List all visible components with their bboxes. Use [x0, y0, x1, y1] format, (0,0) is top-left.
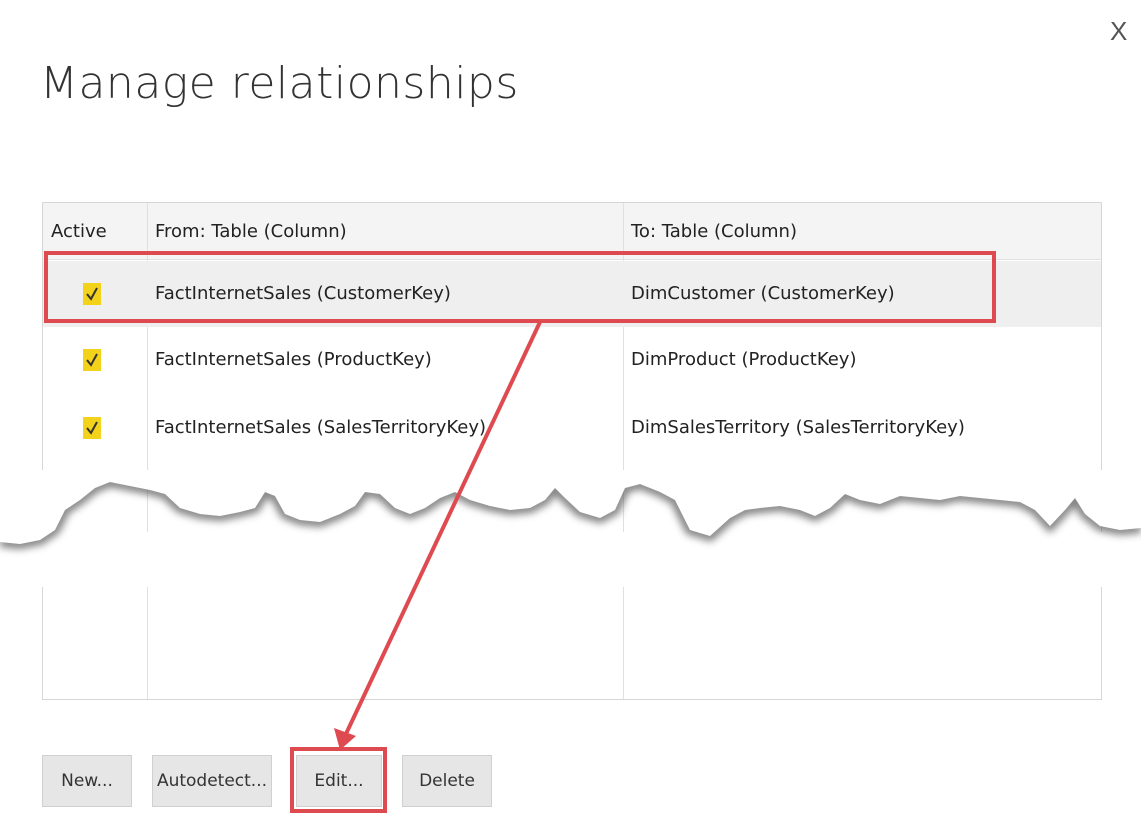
- table-row[interactable]: FactInternetSales (CustomerKey) DimCusto…: [43, 261, 1101, 327]
- header-from: From: Table (Column): [155, 221, 347, 242]
- table-header: Active From: Table (Column) To: Table (C…: [43, 203, 1101, 260]
- to-cell: DimProduct (ProductKey): [631, 349, 857, 370]
- table-row[interactable]: FactInternetSales (SalesTerritoryKey) Di…: [43, 395, 1101, 461]
- to-cell: DimCustomer (CustomerKey): [631, 283, 895, 304]
- autodetect-button[interactable]: Autodetect...: [152, 755, 272, 807]
- active-checkbox[interactable]: [83, 283, 101, 305]
- active-checkbox[interactable]: [83, 417, 101, 439]
- new-button[interactable]: New...: [42, 755, 132, 807]
- edit-button[interactable]: Edit...: [296, 755, 382, 807]
- checkmark-icon: [86, 421, 98, 435]
- from-cell: FactInternetSales (CustomerKey): [155, 283, 451, 304]
- checkmark-icon: [86, 287, 98, 301]
- active-checkbox[interactable]: [83, 349, 101, 371]
- from-cell: FactInternetSales (SalesTerritoryKey): [155, 417, 486, 438]
- relationships-table: Active From: Table (Column) To: Table (C…: [42, 202, 1102, 700]
- header-to: To: Table (Column): [631, 221, 797, 242]
- delete-button[interactable]: Delete: [402, 755, 492, 807]
- header-active: Active: [51, 221, 107, 242]
- close-button[interactable]: X: [1110, 18, 1127, 44]
- table-row[interactable]: FactInternetSales (ProductKey) DimProduc…: [43, 327, 1101, 393]
- to-cell: DimSalesTerritory (SalesTerritoryKey): [631, 417, 965, 438]
- from-cell: FactInternetSales (ProductKey): [155, 349, 432, 370]
- dialog-title: Manage relationships: [40, 58, 519, 109]
- checkmark-icon: [86, 353, 98, 367]
